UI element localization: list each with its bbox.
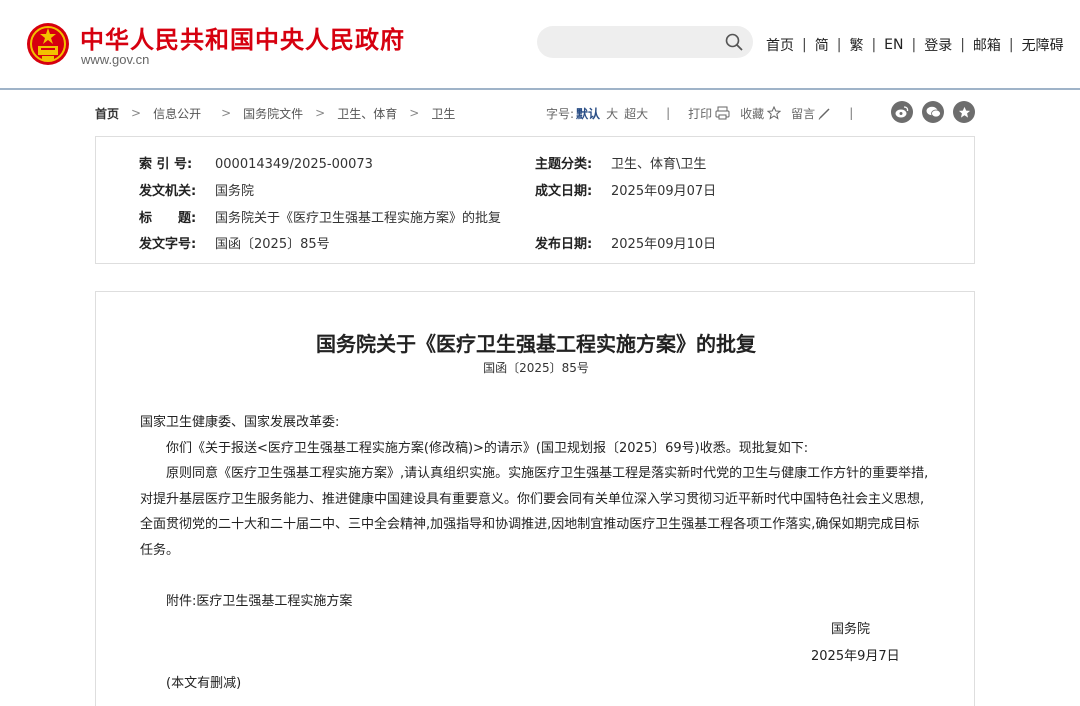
breadcrumb-health[interactable]: 卫生 (431, 105, 455, 122)
search-icon[interactable] (725, 33, 743, 51)
breadcrumb-home[interactable]: 首页 (95, 105, 119, 122)
font-size-default[interactable]: 默认 (576, 105, 600, 122)
article-paragraph: 你们《关于报送<医疗卫生强基工程实施方案(修改稿)>的请示》(国卫规划报〔202… (166, 440, 809, 456)
printer-icon (715, 106, 730, 120)
pencil-icon (818, 107, 830, 120)
article-title: 国务院关于《医疗卫生强基工程实施方案》的批复 (316, 332, 756, 356)
breadcrumb-health-sports[interactable]: 卫生、体育 (337, 105, 397, 122)
article-attachment[interactable]: 附件:医疗卫生强基工程实施方案 (166, 590, 352, 609)
meta-issuer-label: 发文机关: (139, 184, 197, 199)
favorite-label: 收藏 (740, 106, 765, 121)
nav-simplified-link[interactable]: 简 (815, 35, 829, 55)
share-icons (891, 101, 975, 123)
site-header: 中华人民共和国中央人民政府 www.gov.cn 首页 | 简 | 繁 | EN… (0, 0, 1080, 90)
top-nav: 首页 | 简 | 繁 | EN | 登录 | 邮箱 | 无障碍 (766, 35, 1064, 55)
wechat-icon[interactable] (922, 101, 944, 123)
article-signature: 国务院 (831, 622, 871, 637)
nav-traditional-link[interactable]: 繁 (849, 35, 863, 55)
meta-index-value: 000014349/2025-00073 (215, 157, 373, 172)
meta-category-label: 主题分类: (535, 157, 593, 172)
meta-index-label: 索 引 号: (139, 157, 193, 172)
article-text: 国家卫生健康委、国家发展改革委: 你们《关于报送<医疗卫生强基工程实施方案(修改… (140, 410, 930, 563)
nav-login-link[interactable]: 登录 (924, 35, 952, 55)
meta-written-date-value: 2025年09月07日 (611, 184, 717, 199)
meta-publish-date-value: 2025年09月10日 (611, 237, 717, 252)
font-size-xlarge[interactable]: 超大 (624, 105, 648, 122)
meta-title-value: 国务院关于《医疗卫生强基工程实施方案》的批复 (215, 211, 502, 226)
comment-button[interactable]: 留言 (791, 105, 815, 122)
tools-separator: | (849, 106, 854, 120)
chevron-right-icon: > (409, 106, 420, 120)
nav-mail-link[interactable]: 邮箱 (973, 35, 1001, 55)
article-tools: 字号: 默认 大 超大 | 打印 收藏 留言 | (546, 104, 871, 122)
meta-issuer: 发文机关: 国务院 (139, 180, 254, 199)
nav-separator: | (871, 37, 877, 53)
site-title[interactable]: 中华人民共和国中央人民政府 (80, 20, 405, 55)
meta-title: 标 题: 国务院关于《医疗卫生强基工程实施方案》的批复 (139, 207, 501, 226)
national-emblem-logo[interactable] (26, 22, 70, 66)
nav-english-link[interactable]: EN (884, 37, 903, 53)
chevron-right-icon: > (131, 106, 142, 120)
favorite-button[interactable]: 收藏 (740, 105, 764, 122)
font-size-large[interactable]: 大 (606, 105, 618, 122)
site-domain: www.gov.cn (81, 52, 150, 67)
meta-issuer-value: 国务院 (215, 184, 255, 199)
star-icon (767, 106, 782, 120)
article-doc-number: 国函〔2025〕85号 (483, 361, 589, 375)
article-body-box: 国务院关于《医疗卫生强基工程实施方案》的批复 国函〔2025〕85号 国家卫生健… (95, 291, 975, 706)
article-note: (本文有删减) (166, 676, 242, 691)
weibo-icon[interactable] (891, 101, 913, 123)
nav-separator: | (911, 37, 917, 53)
breadcrumb-state-council-docs[interactable]: 国务院文件 (243, 105, 303, 122)
breadcrumb: 首页 > 信息公开 > 国务院文件 > 卫生、体育 > 卫生 (95, 104, 455, 122)
print-button[interactable]: 打印 (688, 105, 712, 122)
search-input[interactable] (537, 26, 753, 58)
nav-separator: | (960, 37, 965, 53)
tools-separator: | (666, 106, 671, 120)
article-signature-date: 2025年9月7日 (811, 649, 900, 664)
meta-index: 索 引 号: 000014349/2025-00073 (139, 153, 373, 172)
document-meta-box: 索 引 号: 000014349/2025-00073 主题分类: 卫生、体育\卫生… (95, 136, 975, 264)
nav-home-link[interactable]: 首页 (766, 35, 794, 55)
breadcrumb-info-public[interactable]: 信息公开 (153, 105, 201, 122)
nav-accessibility-link[interactable]: 无障碍 (1022, 35, 1064, 55)
meta-written-date: 成文日期: 2025年09月07日 (535, 180, 716, 199)
nav-separator: | (1008, 37, 1014, 53)
meta-doc-number-value: 国函〔2025〕85号 (215, 237, 330, 252)
article-salutation: 国家卫生健康委、国家发展改革委: (140, 415, 340, 430)
font-size-label: 字号: (546, 106, 575, 121)
comment-label: 留言 (791, 106, 816, 121)
chevron-right-icon: > (315, 106, 326, 120)
meta-doc-number-label: 发文字号: (139, 237, 197, 252)
meta-publish-date-label: 发布日期: (535, 237, 593, 252)
print-label: 打印 (688, 106, 713, 121)
meta-category: 主题分类: 卫生、体育\卫生 (535, 153, 706, 172)
nav-separator: | (836, 37, 842, 53)
meta-written-date-label: 成文日期: (535, 184, 593, 199)
favorite-star-icon[interactable] (953, 101, 975, 123)
meta-category-value: 卫生、体育\卫生 (611, 157, 707, 172)
article-paragraph: 原则同意《医疗卫生强基工程实施方案》,请认真组织实施。实施医疗卫生强基工程是落实… (140, 466, 929, 558)
nav-separator: | (802, 37, 807, 53)
meta-title-label: 标 题: (139, 211, 197, 226)
meta-doc-number: 发文字号: 国函〔2025〕85号 (139, 233, 330, 252)
chevron-right-icon: > (221, 106, 232, 120)
meta-publish-date: 发布日期: 2025年09月10日 (535, 233, 716, 252)
